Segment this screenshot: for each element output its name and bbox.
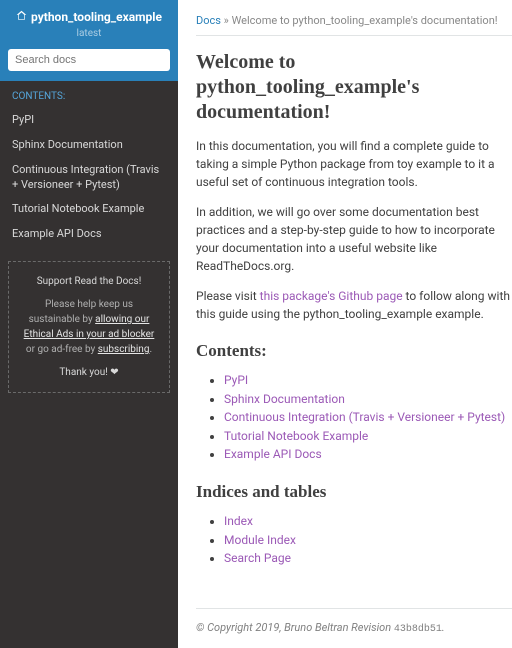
sidebar-caption: CONTENTS: (0, 81, 178, 108)
ad-body: Please help keep us sustainable by allow… (19, 297, 159, 357)
sidebar-item-pypi[interactable]: PyPI (0, 108, 178, 133)
sidebar-item-ci[interactable]: Continuous Integration (Travis + Version… (0, 158, 178, 198)
toc-tutorial[interactable]: Tutorial Notebook Example (224, 429, 368, 443)
indices-heading: Indices and tables (196, 482, 512, 502)
list-item: PyPI (224, 371, 512, 390)
modindex-link[interactable]: Module Index (224, 533, 296, 547)
toc-ci[interactable]: Continuous Integration (Travis + Version… (224, 410, 505, 424)
list-item: Continuous Integration (Travis + Version… (224, 408, 512, 427)
ad-text-tail: . (149, 344, 152, 355)
footer-text: © Copyright 2019, Bruno Beltran Revision (196, 621, 394, 634)
list-item: Search Page (224, 549, 512, 568)
ad-text-mid: or go ad-free by (26, 344, 98, 355)
project-title: python_tooling_example (31, 10, 162, 24)
list-item: Sphinx Documentation (224, 390, 512, 409)
version-label: latest (8, 28, 170, 39)
list-item: Example API Docs (224, 445, 512, 464)
sidebar-header: python_tooling_example latest (0, 0, 178, 49)
toc-pypi[interactable]: PyPI (224, 373, 248, 387)
search-input[interactable] (8, 49, 170, 71)
index-link[interactable]: Index (224, 514, 253, 528)
ad-subscribe-link[interactable]: subscribing (98, 344, 150, 355)
sidebar-item-sphinx[interactable]: Sphinx Documentation (0, 133, 178, 158)
list-item: Index (224, 512, 512, 531)
sidebar-nav: PyPI Sphinx Documentation Continuous Int… (0, 108, 178, 247)
list-item: Tutorial Notebook Example (224, 427, 512, 446)
footer: © Copyright 2019, Bruno Beltran Revision… (196, 608, 512, 635)
github-link[interactable]: this package's Github page (260, 289, 403, 303)
ad-thanks: Thank you! ❤ (19, 365, 159, 380)
breadcrumb-root[interactable]: Docs (196, 14, 221, 27)
footer-tail: . (442, 621, 445, 634)
contents-list: PyPI Sphinx Documentation Continuous Int… (196, 371, 512, 464)
p3-lead: Please visit (196, 289, 260, 303)
indices-list: Index Module Index Search Page (196, 512, 512, 568)
search-container (0, 49, 178, 81)
ad-title: Support Read the Docs! (19, 274, 159, 289)
intro-p2: In addition, we will go over some docume… (196, 203, 512, 275)
breadcrumb-current: Welcome to python_tooling_example's docu… (232, 14, 498, 27)
list-item: Module Index (224, 531, 512, 550)
main-content: Docs » Welcome to python_tooling_example… (178, 0, 512, 648)
project-title-link[interactable]: python_tooling_example (16, 10, 162, 24)
breadcrumb: Docs » Welcome to python_tooling_example… (196, 14, 512, 36)
breadcrumb-sep: » (221, 14, 232, 27)
footer-revision: 43b8db51 (394, 624, 442, 635)
page-title: Welcome to python_tooling_example's docu… (196, 50, 512, 125)
search-link[interactable]: Search Page (224, 551, 291, 565)
intro-p1: In this documentation, you will find a c… (196, 137, 512, 191)
home-icon (16, 10, 27, 24)
toc-api[interactable]: Example API Docs (224, 447, 322, 461)
contents-heading: Contents: (196, 341, 512, 361)
toc-sphinx[interactable]: Sphinx Documentation (224, 392, 345, 406)
sidebar: python_tooling_example latest CONTENTS: … (0, 0, 178, 648)
support-ad: Support Read the Docs! Please help keep … (8, 261, 170, 393)
sidebar-item-api[interactable]: Example API Docs (0, 222, 178, 247)
sidebar-item-tutorial[interactable]: Tutorial Notebook Example (0, 197, 178, 222)
intro-p3: Please visit this package's Github page … (196, 287, 512, 323)
